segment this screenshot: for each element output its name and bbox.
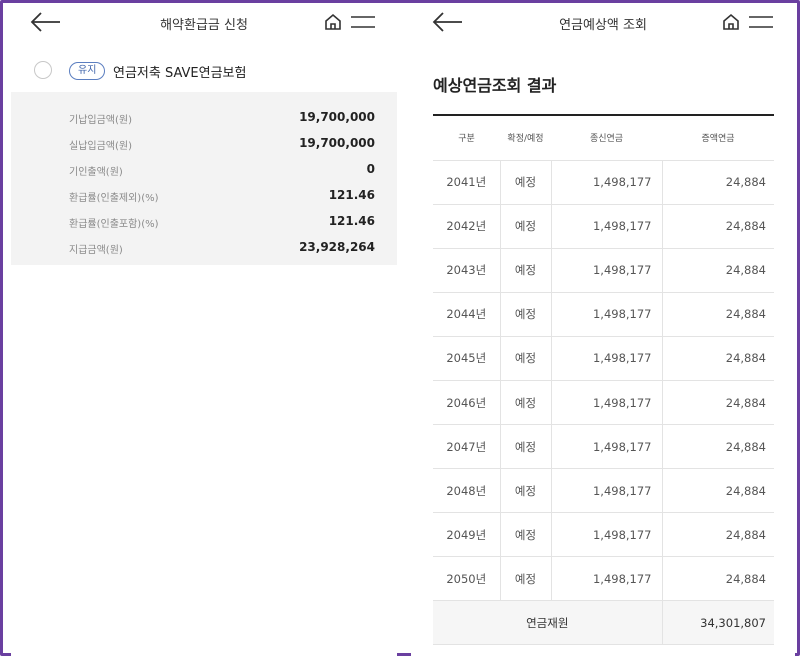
table-row: 2047년 예정 1,498,177 24,884 [433,424,774,470]
table-row: 2042년 예정 1,498,177 24,884 [433,204,774,249]
table-row: 2050년 예정 1,498,177 24,884 [433,556,774,602]
year-cell: 2050년 [433,556,501,602]
status-cell: 예정 [500,204,552,249]
increase-pension-cell: 24,884 [662,292,774,337]
home-icon[interactable] [323,12,343,32]
status-cell: 예정 [500,556,552,602]
table-row: 2048년 예정 1,498,177 24,884 [433,468,774,514]
detail-value: 23,928,264 [299,240,375,254]
detail-row: 지급금액(원) 23,928,264 [11,236,397,262]
life-pension-cell: 1,498,177 [551,248,663,293]
detail-label: 기인출액(원) [69,167,123,178]
increase-pension-cell: 24,884 [662,336,774,381]
detail-label: 지급금액(원) [69,245,123,256]
detail-value: 0 [366,162,375,176]
detail-row: 기납입금액(원) 19,700,000 [11,106,397,132]
refund-header: 해약환급금 신청 [11,6,397,40]
detail-row: 환급률(인출포함)(%) 121.46 [11,210,397,236]
total-label: 연금재원 [433,600,663,646]
increase-pension-cell: 24,884 [662,380,774,426]
detail-value: 19,700,000 [299,136,375,150]
detail-label: 환급률(인출포함)(%) [69,219,159,230]
total-value: 34,301,807 [662,600,774,646]
detail-row: 실납입금액(원) 19,700,000 [11,132,397,158]
increase-pension-cell: 24,884 [662,160,774,205]
life-pension-cell: 1,498,177 [551,424,663,470]
year-cell: 2041년 [433,160,501,205]
year-cell: 2046년 [433,380,501,426]
year-cell: 2042년 [433,204,501,249]
home-icon[interactable] [721,12,741,32]
product-name: 연금저축 SAVE연금보험 [113,66,247,81]
table-row: 2041년 예정 1,498,177 24,884 [433,160,774,205]
col-header-category: 구분 [433,116,500,161]
col-header-life-pension: 종신연금 [551,116,662,161]
life-pension-cell: 1,498,177 [551,204,663,249]
screenshot-frame: 해약환급금 신청 유지 연금저축 SAVE연금보험 기납입금액(원) 19,70… [0,0,800,656]
life-pension-cell: 1,498,177 [551,380,663,426]
hamburger-menu-icon[interactable] [749,14,773,30]
year-cell: 2049년 [433,512,501,558]
year-cell: 2044년 [433,292,501,337]
status-cell: 예정 [500,292,552,337]
product-detail: 기납입금액(원) 19,700,000 실납입금액(원) 19,700,000 … [11,92,397,265]
increase-pension-cell: 24,884 [662,248,774,293]
status-cell: 예정 [500,424,552,470]
year-cell: 2043년 [433,248,501,293]
status-cell: 예정 [500,336,552,381]
table-row: 2049년 예정 1,498,177 24,884 [433,512,774,558]
pension-panel: 연금예상액 조회 예상연금조회 결과 구분 확정/예정 종신연금 증액연금 20… [411,6,795,656]
year-cell: 2048년 [433,468,501,514]
increase-pension-cell: 24,884 [662,468,774,514]
pension-header: 연금예상액 조회 [411,6,795,40]
product-row[interactable]: 유지 연금저축 SAVE연금보험 [11,40,397,92]
year-cell: 2047년 [433,424,501,470]
status-cell: 예정 [500,380,552,426]
pension-table: 구분 확정/예정 종신연금 증액연금 2041년 예정 1,498,177 24… [433,114,774,646]
year-cell: 2045년 [433,336,501,381]
detail-label: 기납입금액(원) [69,115,133,126]
detail-value: 121.46 [328,188,375,202]
status-badge: 유지 [69,62,106,80]
life-pension-cell: 1,498,177 [551,556,663,602]
life-pension-cell: 1,498,177 [551,160,663,205]
status-cell: 예정 [500,512,552,558]
detail-label: 환급률(인출제외)(%) [69,193,159,204]
status-cell: 예정 [500,248,552,293]
life-pension-cell: 1,498,177 [551,468,663,514]
col-header-increase-pension: 증액연금 [662,116,774,161]
increase-pension-cell: 24,884 [662,556,774,602]
status-cell: 예정 [500,468,552,514]
result-title: 예상연금조회 결과 [433,76,557,95]
status-cell: 예정 [500,160,552,205]
table-row: 2046년 예정 1,498,177 24,884 [433,380,774,426]
life-pension-cell: 1,498,177 [551,336,663,381]
increase-pension-cell: 24,884 [662,424,774,470]
detail-label: 실납입금액(원) [69,141,133,152]
life-pension-cell: 1,498,177 [551,292,663,337]
detail-value: 121.46 [328,214,375,228]
table-row: 2043년 예정 1,498,177 24,884 [433,248,774,293]
hamburger-menu-icon[interactable] [351,14,375,30]
life-pension-cell: 1,498,177 [551,512,663,558]
col-header-status: 확정/예정 [500,116,551,161]
refund-panel: 해약환급금 신청 유지 연금저축 SAVE연금보험 기납입금액(원) 19,70… [11,6,397,656]
increase-pension-cell: 24,884 [662,512,774,558]
table-row: 2045년 예정 1,498,177 24,884 [433,336,774,381]
detail-row: 환급률(인출제외)(%) 121.46 [11,184,397,210]
product-radio[interactable] [34,61,52,79]
detail-row: 기인출액(원) 0 [11,158,397,184]
total-row: 연금재원 34,301,807 [433,600,774,646]
detail-value: 19,700,000 [299,110,375,124]
increase-pension-cell: 24,884 [662,204,774,249]
table-row: 2044년 예정 1,498,177 24,884 [433,292,774,337]
table-header-row: 구분 확정/예정 종신연금 증액연금 [433,116,774,161]
